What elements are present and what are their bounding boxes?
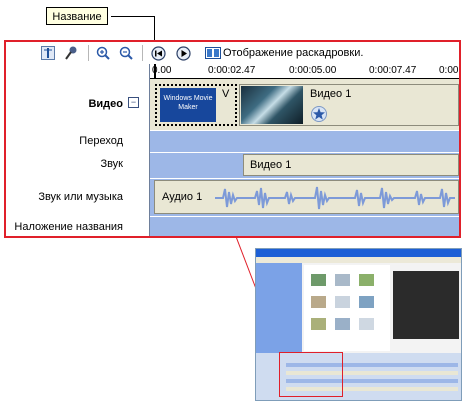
thumbnail-title-bar (256, 249, 461, 257)
set-audio-levels-icon[interactable] (41, 46, 55, 60)
thumbnail-tasks-pane (256, 263, 302, 353)
timeline-zoom-frame: Отображение раскадровки. Видео − Переход… (4, 40, 461, 238)
toolbar-separator (88, 45, 89, 61)
title-clip-thumbnail: Windows Movie Maker (160, 88, 216, 122)
title-overlay-track (150, 216, 459, 236)
thumbnail-clip (358, 317, 375, 331)
title-callout: Название (46, 7, 108, 25)
ruler-tick-label: 0:00 (439, 65, 459, 76)
thumbnail-clip (334, 317, 351, 331)
zoom-in-icon[interactable] (96, 46, 110, 60)
thumbnail-clip (310, 295, 327, 309)
thumbnail-preview-monitor (393, 271, 459, 339)
transition-track (150, 130, 459, 152)
toolbar-separator (142, 45, 143, 61)
video-effect-star-icon (311, 106, 327, 122)
zoom-out-icon[interactable] (119, 46, 133, 60)
audio-clip[interactable]: Видео 1 (243, 154, 459, 176)
video-clip[interactable]: Видео 1 (239, 84, 459, 126)
track-label-transition: Переход (79, 135, 123, 147)
track-label-video: Видео (88, 98, 123, 110)
ruler-tick-label: 0:00:07.47 (369, 65, 417, 76)
show-storyboard-button[interactable]: Отображение раскадровки. (223, 46, 363, 60)
thumbnail-clip (358, 295, 375, 309)
ruler-tick-label: 0:00:02.47 (208, 65, 256, 76)
rewind-timeline-icon[interactable] (151, 46, 166, 61)
track-label-column: Видео − Переход Звук Звук или музыка Нал… (6, 64, 150, 236)
video-clip-thumbnail (241, 86, 303, 124)
show-storyboard-icon[interactable] (205, 46, 221, 60)
thumbnail-clip (310, 317, 327, 331)
thumbnail-clip (334, 273, 351, 287)
play-timeline-icon[interactable] (176, 46, 191, 61)
thumbnail-clip (310, 273, 327, 287)
narrate-microphone-icon[interactable] (64, 46, 78, 60)
track-label-audio-music: Звук или музыка (38, 191, 123, 203)
thumbnail-clip (334, 295, 351, 309)
music-clip-label: Аудио 1 (162, 191, 203, 203)
thumbnail-collection-pane (304, 265, 390, 351)
callout-leader-line (111, 16, 155, 17)
video-clip-label: Видео 1 (310, 88, 352, 100)
track-label-audio: Звук (100, 158, 123, 170)
timeline-toolbar: Отображение раскадровки. (6, 42, 459, 64)
music-clip[interactable]: Аудио 1 (154, 180, 459, 214)
timeline-ruler[interactable]: 0.00 0:00:02.47 0:00:05.00 0:00:07.47 0:… (150, 64, 459, 79)
title-clip-label: V (222, 88, 230, 100)
thumbnail-clip (358, 273, 375, 287)
track-label-title-overlay: Наложение названия (14, 221, 123, 233)
title-clip[interactable]: Windows Movie Maker V (155, 84, 237, 126)
collapse-video-track-icon[interactable]: − (128, 97, 139, 108)
music-waveform (215, 186, 455, 210)
audio-clip-label: Видео 1 (250, 159, 292, 171)
ruler-tick-label: 0:00:05.00 (289, 65, 337, 76)
thumbnail-highlight-box (279, 352, 343, 397)
